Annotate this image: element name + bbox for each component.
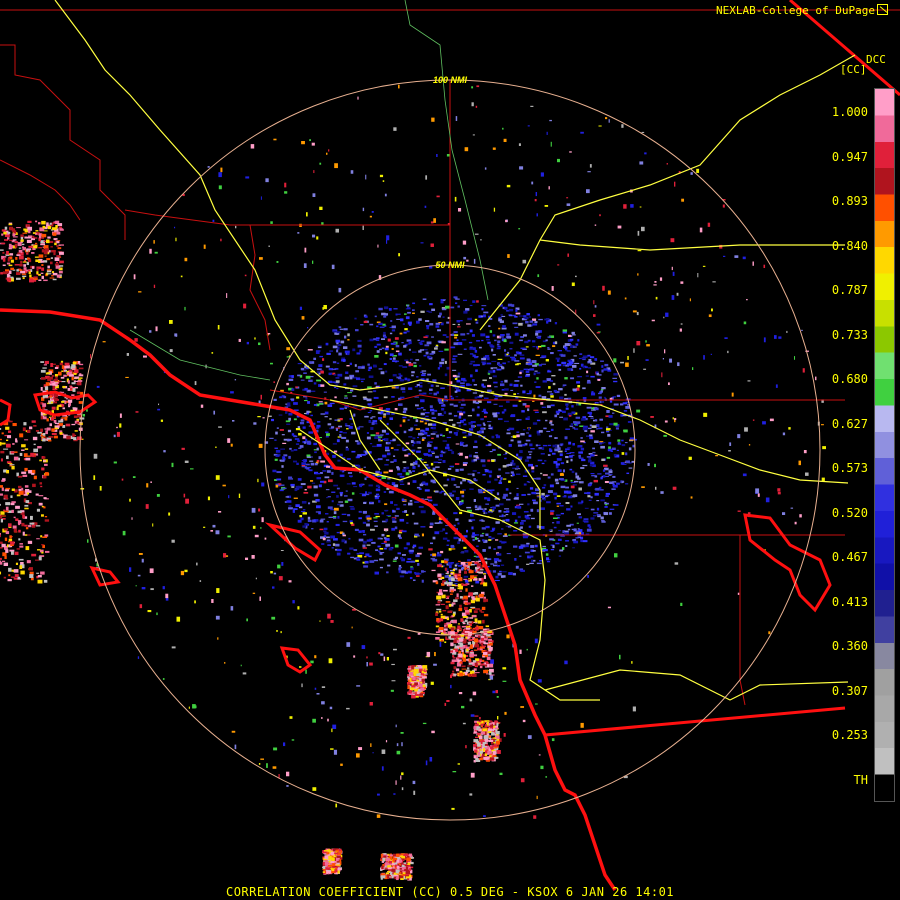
legend-label: 1.000 (831, 105, 868, 119)
legend-label: 0.840 (831, 238, 868, 253)
legend-label: 0.467 (831, 550, 868, 564)
legend-unit: [CC] (840, 63, 867, 76)
county-borders (0, 9, 900, 706)
legend-label: 0.360 (831, 639, 868, 653)
product-footer: CORRELATION COEFFICIENT (CC) 0.5 DEG - K… (225, 885, 675, 899)
roads-minor (129, 0, 489, 381)
range-ring-100-label: 100 NMI (433, 75, 468, 85)
legend-color-bar (874, 88, 895, 802)
legend-label: 0.893 (831, 194, 868, 208)
legend-label: 0.787 (831, 283, 868, 297)
legend-label: 0.413 (831, 594, 868, 609)
credit-text[interactable]: NEXLAB-College of DuPage (716, 3, 888, 17)
legend-label: 0.733 (831, 327, 868, 342)
legend-label: 0.253 (831, 728, 868, 742)
highways (54, 0, 856, 701)
range-ring-50-label: 50 NMI (435, 260, 465, 270)
radar-echoes (0, 84, 826, 881)
legend-label: 0.947 (831, 149, 868, 164)
link-out-icon (876, 4, 888, 15)
legend-product-code: DCC (866, 53, 886, 66)
legend-label: 0.307 (831, 683, 868, 698)
legend-label: TH (853, 772, 868, 787)
credit-label: NEXLAB-College of DuPage (716, 4, 875, 17)
legend-label: 0.627 (831, 416, 868, 431)
legend-label: 0.573 (831, 461, 868, 475)
radar-map: 100 NMI 50 NMI (0, 0, 900, 891)
legend-label: 0.680 (831, 372, 868, 386)
legend-label: 0.520 (831, 505, 868, 520)
